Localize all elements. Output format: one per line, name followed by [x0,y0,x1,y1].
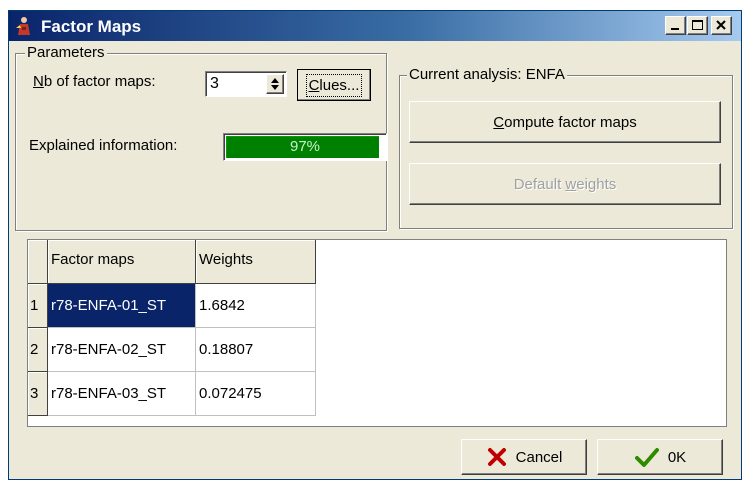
table-corner-cell [28,240,48,284]
window-title: Factor Maps [41,17,142,36]
maximize-icon [692,20,703,30]
ok-label: 0K [667,448,687,466]
factor-maps-window: Factor Maps Parameters Nb of factor maps… [8,10,742,480]
close-button[interactable] [711,16,732,35]
table-cell-factor-map[interactable]: r78-ENFA-02_ST [48,328,196,372]
factor-maps-table[interactable]: Factor maps Weights 1 r78-ENFA-01_ST 1.6… [27,239,727,427]
ok-button[interactable]: 0K [597,439,723,475]
table-cell-weight[interactable]: 0.072475 [196,372,316,416]
analysis-group [399,75,733,229]
minimize-button[interactable] [665,16,686,35]
explained-information-progress: 97% [223,133,387,161]
app-figure-icon [16,17,30,35]
nb-factor-maps-value[interactable]: 3 [210,75,219,93]
row-header[interactable]: 3 [28,372,48,416]
compute-factor-maps-button[interactable]: Compute factor maps [409,101,721,143]
maximize-button[interactable] [687,16,708,35]
cancel-button[interactable]: Cancel [461,439,587,475]
column-header-factor-maps[interactable]: Factor maps [48,240,196,284]
close-icon [716,20,726,30]
table-cell-factor-map[interactable]: r78-ENFA-01_ST [48,284,196,328]
minimize-icon [671,28,679,30]
nb-factor-maps-label: Nb of factor maps: [33,73,156,90]
row-header[interactable]: 2 [28,328,48,372]
table-cell-weight[interactable]: 0.18807 [196,328,316,372]
spinner-buttons[interactable] [266,74,284,94]
clues-button[interactable]: Clues... [297,69,371,101]
parameters-group-label: Parameters [25,44,107,61]
progress-text: 97% [289,138,321,155]
row-header[interactable]: 1 [28,284,48,328]
cancel-x-icon [487,448,506,466]
table-cell-weight[interactable]: 1.6842 [196,284,316,328]
nb-factor-maps-spinner[interactable]: 3 [205,71,287,97]
default-weights-button[interactable]: Default weights [409,163,721,205]
spinner-up-down-icon[interactable] [267,75,283,93]
cancel-label: Cancel [515,448,563,466]
analysis-group-label: Current analysis: ENFA [407,66,567,83]
column-header-weights[interactable]: Weights [196,240,316,284]
table-cell-factor-map[interactable]: r78-ENFA-03_ST [48,372,196,416]
checkmark-icon [634,448,659,467]
explained-information-label: Explained information: [29,137,178,154]
title-bar[interactable]: Factor Maps [9,11,741,41]
